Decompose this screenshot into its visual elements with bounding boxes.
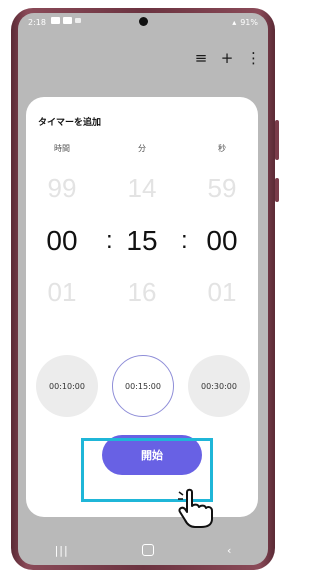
battery-level: 91% — [240, 18, 258, 27]
add-icon[interactable]: + — [220, 49, 234, 67]
back-icon[interactable]: ‹ — [227, 544, 231, 557]
more-options-icon[interactable]: ⋮ — [246, 49, 261, 67]
hours-prev[interactable]: 99 — [32, 173, 92, 204]
separator: : — [181, 227, 188, 254]
video-icon — [63, 17, 72, 24]
status-bar: 2:18 ▴ 91% — [18, 13, 268, 33]
hours-label: 時間 — [54, 144, 70, 153]
minutes-current[interactable]: 15 — [112, 225, 172, 257]
minutes-next[interactable]: 16 — [112, 277, 172, 308]
seconds-current[interactable]: 00 — [192, 225, 252, 257]
status-right: ▴ 91% — [232, 18, 258, 27]
preset-10-minutes[interactable]: 00:10:00 — [36, 355, 98, 417]
recents-icon[interactable]: ||| — [55, 544, 69, 557]
preset-15-minutes[interactable]: 00:15:00 — [112, 355, 174, 417]
seconds-label: 秒 — [218, 144, 226, 153]
navigation-bar: ||| ‹ — [18, 535, 268, 565]
hours-next[interactable]: 01 — [32, 277, 92, 308]
seconds-prev[interactable]: 59 — [192, 173, 252, 204]
status-time: 2:18 — [28, 18, 46, 27]
preset-30-minutes[interactable]: 00:30:00 — [188, 355, 250, 417]
phone-side-button — [275, 178, 279, 202]
front-camera — [139, 17, 148, 26]
hours-current[interactable]: 00 — [32, 225, 92, 257]
notification-icon — [75, 18, 81, 23]
notification-icons — [51, 17, 81, 24]
minutes-label: 分 — [138, 144, 146, 153]
signal-icon: ▴ — [232, 18, 237, 27]
home-icon[interactable] — [141, 544, 154, 556]
tap-hand-icon — [178, 488, 213, 528]
dialog-title: タイマーを追加 — [38, 118, 102, 128]
list-icon[interactable]: ≡ — [194, 49, 208, 67]
phone-side-button — [275, 120, 279, 160]
seconds-next[interactable]: 01 — [192, 277, 252, 308]
minutes-prev[interactable]: 14 — [112, 173, 172, 204]
app-toolbar: ≡ + ⋮ — [194, 49, 261, 67]
gallery-icon — [51, 17, 60, 24]
